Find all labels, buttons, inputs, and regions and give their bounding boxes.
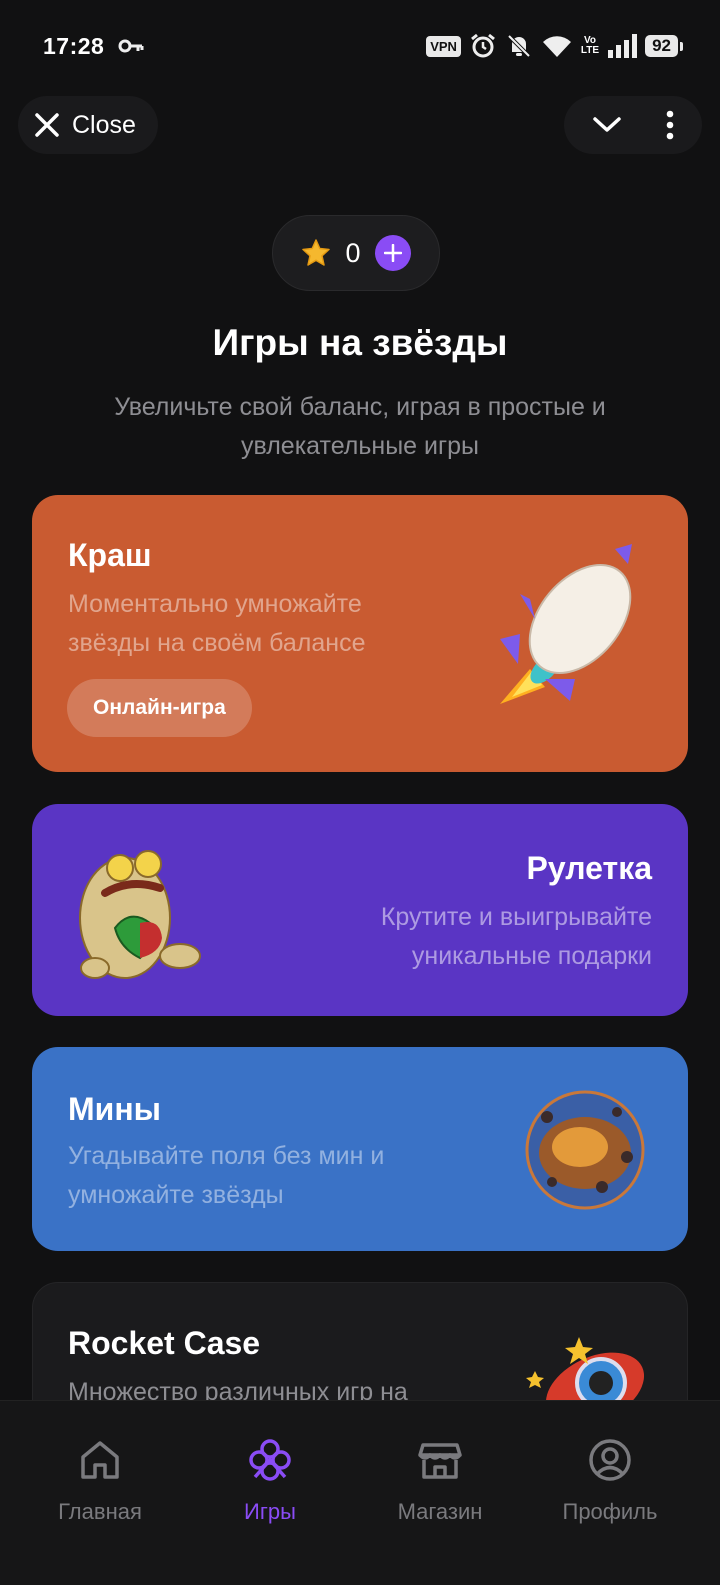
nav-item-home[interactable]: Главная <box>15 1401 185 1551</box>
balance-pill[interactable]: 0 <box>272 215 440 291</box>
game-card-mines[interactable]: Мины Угадывайте поля без мин и умножайте… <box>32 1047 688 1251</box>
volte-indicator: Vo LTE <box>580 35 600 56</box>
battery-indicator: 92 <box>645 35 683 57</box>
game-title: Мины <box>68 1091 161 1127</box>
game-title: Rocket Case <box>68 1325 261 1361</box>
nav-label: Магазин <box>397 1499 483 1524</box>
star-icon <box>302 239 331 266</box>
chevron-down-icon[interactable] <box>592 115 622 135</box>
wifi-icon <box>542 36 571 57</box>
game-card-roulette[interactable]: Рулетка Крутите и выигрывайте уникальные… <box>32 804 688 1016</box>
profile-icon <box>589 1439 631 1481</box>
page-subtitle: Увеличьте свой баланс, играя в простые и… <box>114 393 606 460</box>
plus-icon <box>383 244 402 262</box>
page-title: Игры на звёзды <box>212 322 508 363</box>
status-time: 17:28 <box>43 32 105 59</box>
balance-value: 0 <box>345 237 361 268</box>
status-icons: VPN Vo LTE 92 <box>426 32 683 60</box>
close-icon <box>35 113 59 137</box>
more-vertical-icon[interactable] <box>665 110 675 140</box>
alarm-icon <box>470 33 495 58</box>
bottom-nav: Главная Игры Магазин Профиль <box>0 1400 720 1585</box>
store-icon <box>418 1443 462 1479</box>
nav-label: Профиль <box>562 1499 658 1524</box>
close-button[interactable]: Close <box>18 96 158 154</box>
nav-item-store[interactable]: Магазин <box>355 1401 525 1551</box>
signal-icon <box>608 34 638 58</box>
key-icon <box>118 39 144 53</box>
nav-item-games[interactable]: Игры <box>185 1401 355 1551</box>
add-stars-button[interactable] <box>374 235 411 271</box>
home-icon <box>81 1441 119 1479</box>
clover-icon <box>249 1439 291 1481</box>
game-title: Краш <box>68 537 152 573</box>
vpn-badge: VPN <box>426 35 461 57</box>
game-description: Крутите и выигрывайте уникальные подарки <box>380 903 652 970</box>
nav-label: Главная <box>58 1499 142 1524</box>
status-bar: 17:28 VPN Vo LTE 92 <box>0 0 720 92</box>
bell-off-icon <box>507 34 531 58</box>
game-card-crash[interactable]: Краш Моментально умножайте звёзды на сво… <box>32 495 688 772</box>
top-actions <box>564 96 702 154</box>
close-label: Close <box>72 110 136 139</box>
game-description: Угадывайте поля без мин и умножайте звёз… <box>68 1142 385 1209</box>
game-title: Рулетка <box>526 850 652 886</box>
bomb-sticker <box>525 1090 645 1210</box>
nav-label: Игры <box>244 1499 296 1524</box>
online-game-tag: Онлайн-игра <box>67 679 252 737</box>
nav-item-profile[interactable]: Профиль <box>525 1401 695 1551</box>
frog-sticker <box>79 850 201 979</box>
rocket-sticker <box>500 544 632 704</box>
game-description: Моментально умножайте звёзды на своём ба… <box>68 590 366 657</box>
